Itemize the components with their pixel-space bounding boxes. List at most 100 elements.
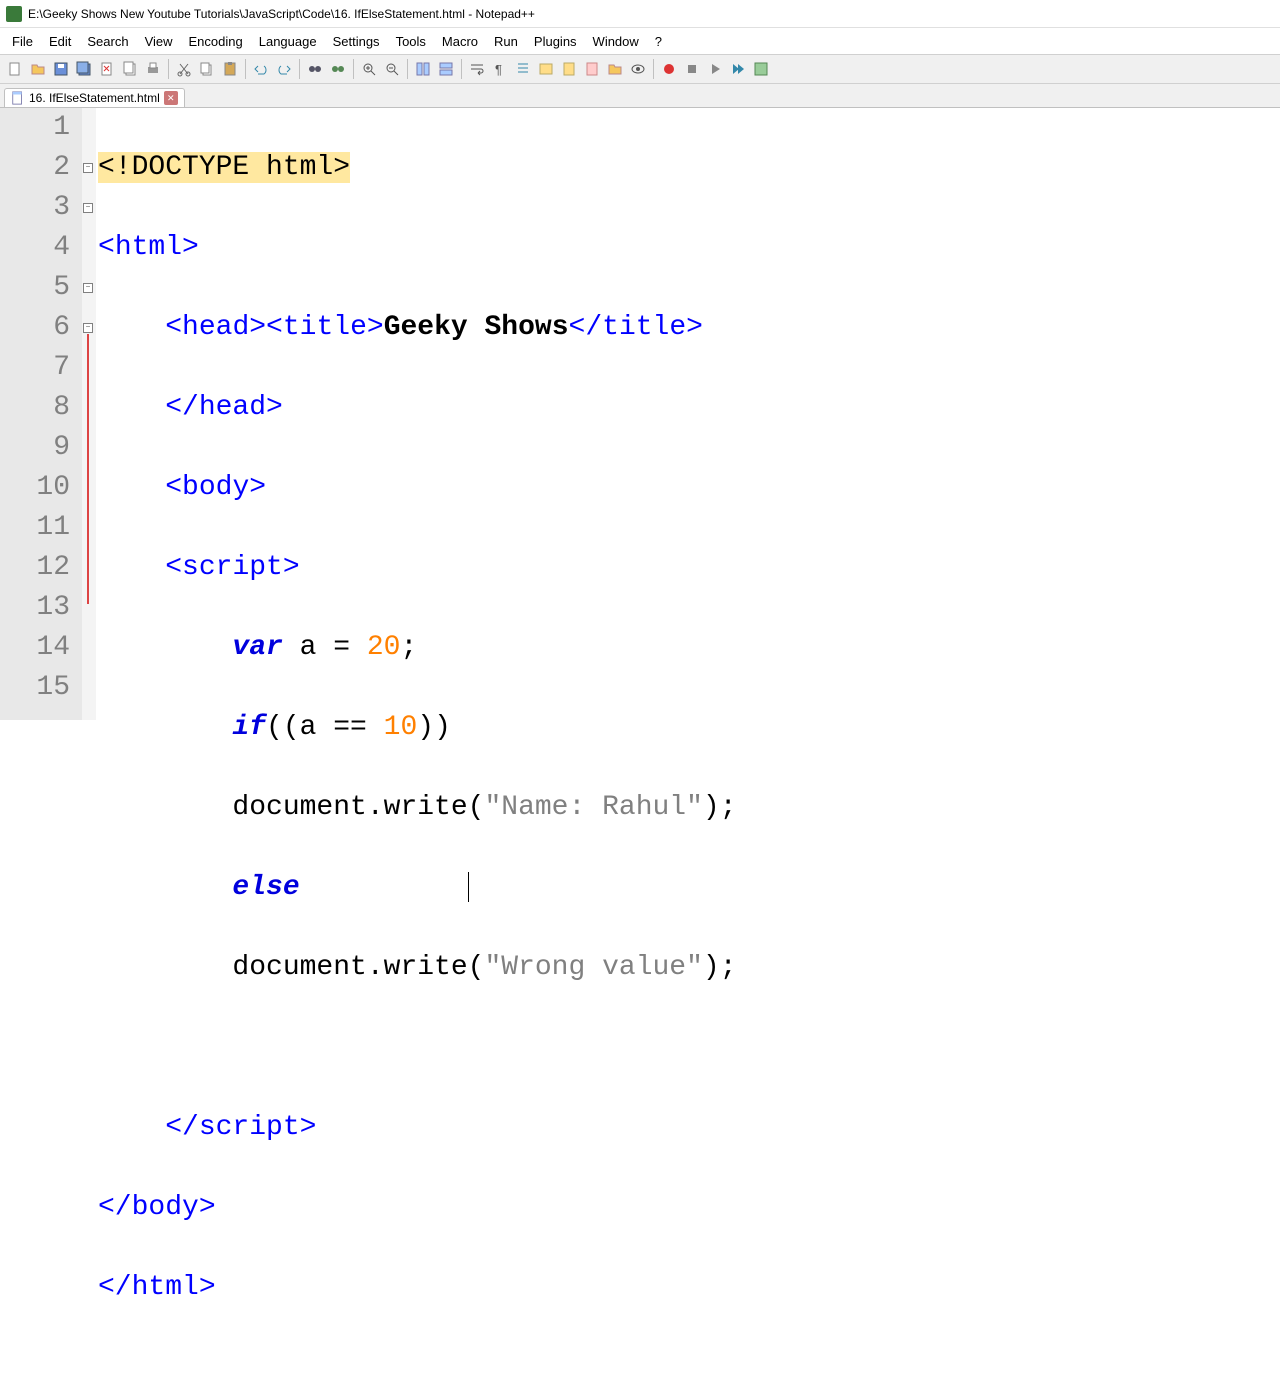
pilcrow-icon: ¶ [492,61,508,77]
menu-help[interactable]: ? [647,31,670,52]
cut-button[interactable] [173,58,195,80]
line-number: 5 [0,268,70,308]
save-button[interactable] [50,58,72,80]
line-number: 9 [0,428,70,468]
menu-encoding[interactable]: Encoding [181,31,251,52]
save-all-button[interactable] [73,58,95,80]
play-multi-icon [730,61,746,77]
line-number: 15 [0,668,70,708]
line-number: 2 [0,148,70,188]
menu-bar: File Edit Search View Encoding Language … [0,28,1280,54]
menu-window[interactable]: Window [585,31,647,52]
svg-text:¶: ¶ [495,62,502,77]
close-button[interactable] [96,58,118,80]
udl-button[interactable] [535,58,557,80]
code-line: <html> [98,228,1280,268]
menu-edit[interactable]: Edit [41,31,79,52]
cut-icon [176,61,192,77]
folder-icon [607,61,623,77]
menu-language[interactable]: Language [251,31,325,52]
eye-icon [630,61,646,77]
menu-view[interactable]: View [137,31,181,52]
app-icon [6,6,22,22]
zoom-in-icon [361,61,377,77]
zoom-in-button[interactable] [358,58,380,80]
sync-v-button[interactable] [412,58,434,80]
tab-close-button[interactable]: ✕ [164,91,178,105]
open-file-button[interactable] [27,58,49,80]
copy-icon [199,61,215,77]
code-line: document.write("Name: Rahul"); [98,788,1280,828]
fold-toggle[interactable]: − [83,163,93,173]
editor[interactable]: 1 2 3 4 5 6 7 8 9 10 11 12 13 14 15 − − … [0,108,1280,720]
record-icon [661,61,677,77]
code-line: <head><title>Geeky Shows</title> [98,308,1280,348]
line-number: 12 [0,548,70,588]
paste-button[interactable] [219,58,241,80]
wordwrap-icon [469,61,485,77]
show-all-chars-button[interactable]: ¶ [489,58,511,80]
line-number: 13 [0,588,70,628]
code-line: <!DOCTYPE html> [98,148,1280,188]
code-area[interactable]: <!DOCTYPE html> <html> <head><title>Geek… [96,108,1280,720]
new-file-button[interactable] [4,58,26,80]
stop-button[interactable] [681,58,703,80]
code-line: </head> [98,388,1280,428]
toolbar: ¶ [0,54,1280,84]
line-number: 7 [0,348,70,388]
print-button[interactable] [142,58,164,80]
find-button[interactable] [304,58,326,80]
record-button[interactable] [658,58,680,80]
tab-label: 16. IfElseStatement.html [29,91,160,105]
file-icon [11,91,25,105]
menu-macro[interactable]: Macro [434,31,486,52]
menu-settings[interactable]: Settings [325,31,388,52]
line-number: 8 [0,388,70,428]
undo-icon [253,61,269,77]
menu-tools[interactable]: Tools [388,31,434,52]
code-line: </script> [98,1108,1280,1148]
indent-guide-button[interactable] [512,58,534,80]
code-line: <script> [98,548,1280,588]
tab-file[interactable]: 16. IfElseStatement.html ✕ [4,88,185,107]
save-macro-icon [753,61,769,77]
doc-map-button[interactable] [558,58,580,80]
toolbar-separator [461,59,462,79]
menu-search[interactable]: Search [79,31,136,52]
line-number: 6 [0,308,70,348]
paste-icon [222,61,238,77]
play-multi-button[interactable] [727,58,749,80]
fold-toggle[interactable]: − [83,323,93,333]
menu-run[interactable]: Run [486,31,526,52]
menu-plugins[interactable]: Plugins [526,31,585,52]
code-line: if((a == 10)) [98,708,1280,748]
line-number: 3 [0,188,70,228]
indent-guide-icon [515,61,531,77]
code-line: <body> [98,468,1280,508]
line-number: 4 [0,228,70,268]
sync-h-button[interactable] [435,58,457,80]
menu-file[interactable]: File [4,31,41,52]
redo-button[interactable] [273,58,295,80]
code-line: </body> [98,1188,1280,1228]
monitor-button[interactable] [627,58,649,80]
line-number: 11 [0,508,70,548]
replace-button[interactable] [327,58,349,80]
toolbar-separator [353,59,354,79]
fold-toggle[interactable]: − [83,203,93,213]
undo-button[interactable] [250,58,272,80]
fold-toggle[interactable]: − [83,283,93,293]
close-all-icon [122,61,138,77]
close-all-button[interactable] [119,58,141,80]
play-button[interactable] [704,58,726,80]
play-icon [707,61,723,77]
folder-button[interactable] [604,58,626,80]
redo-icon [276,61,292,77]
close-icon [99,61,115,77]
copy-button[interactable] [196,58,218,80]
save-macro-button[interactable] [750,58,772,80]
toolbar-separator [407,59,408,79]
func-list-button[interactable] [581,58,603,80]
wordwrap-button[interactable] [466,58,488,80]
zoom-out-button[interactable] [381,58,403,80]
